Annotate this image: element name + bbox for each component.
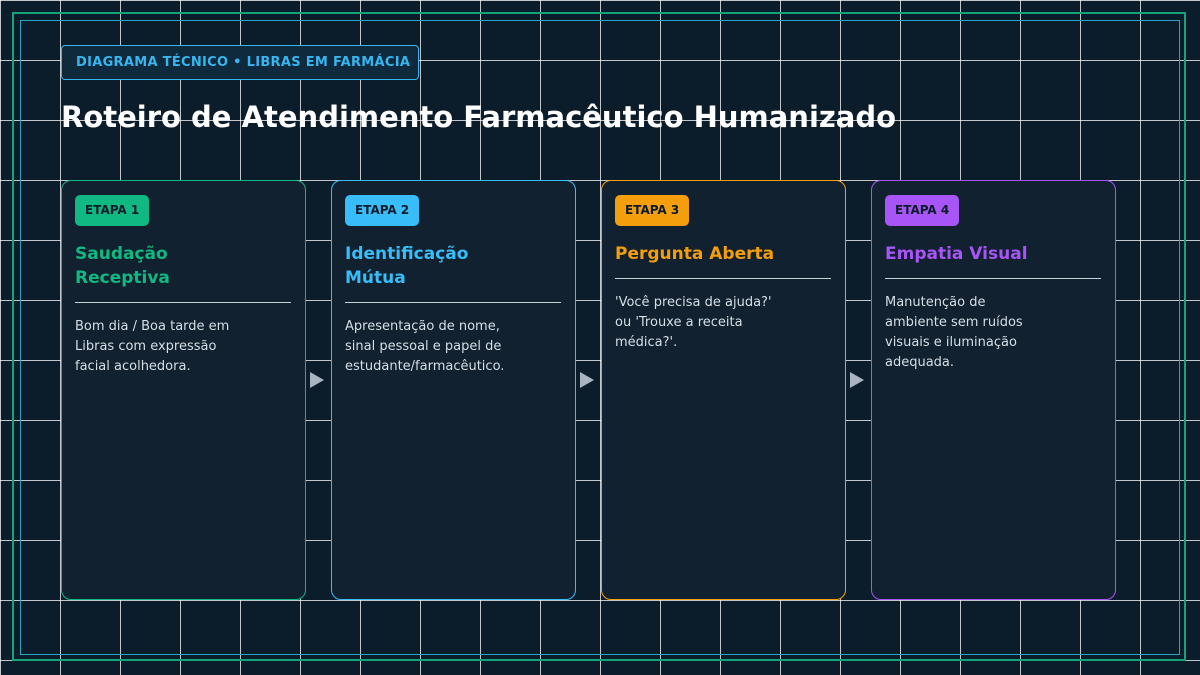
arrow-right-icon: [310, 372, 324, 388]
step-badge-2: ETAPA 2: [345, 195, 420, 226]
step-divider-4: [885, 278, 1101, 279]
step-divider-3: [615, 278, 831, 279]
diagram-category-label: DIAGRAMA TÉCNICO • LIBRAS EM FARMÁCIA: [61, 45, 419, 80]
step-title-3: Pergunta Aberta: [615, 244, 775, 264]
step-card-3: ETAPA 3 Pergunta Aberta 'Você precisa de…: [601, 180, 846, 600]
step-title-4: Empatia Visual: [885, 244, 1028, 264]
step-badge-4: ETAPA 4: [885, 195, 960, 226]
step-badge-3: ETAPA 3: [615, 195, 690, 226]
step-description-1: Bom dia / Boa tarde em Libras com expres…: [75, 319, 230, 374]
page-title: Roteiro de Atendimento Farmacêutico Huma…: [61, 100, 897, 134]
step-description-3: 'Você precisa de ajuda?' ou 'Trouxe a re…: [615, 295, 772, 350]
step-description-4: Manutenção de ambiente sem ruídos visuai…: [885, 295, 1023, 370]
arrow-right-icon: [850, 372, 864, 388]
step-badge-1: ETAPA 1: [75, 195, 150, 226]
step-card-4: ETAPA 4 Empatia Visual Manutenção de amb…: [871, 180, 1116, 600]
step-description-2: Apresentação de nome, sinal pessoal e pa…: [345, 319, 505, 374]
step-divider-2: [345, 302, 561, 303]
step-title-1: Saudação Receptiva: [75, 244, 170, 288]
step-card-1: ETAPA 1 Saudação Receptiva Bom dia / Boa…: [61, 180, 306, 600]
step-divider-1: [75, 302, 291, 303]
step-card-2: ETAPA 2 Identificação Mútua Apresentação…: [331, 180, 576, 600]
arrow-right-icon: [580, 372, 594, 388]
step-title-2: Identificação Mútua: [345, 244, 469, 288]
